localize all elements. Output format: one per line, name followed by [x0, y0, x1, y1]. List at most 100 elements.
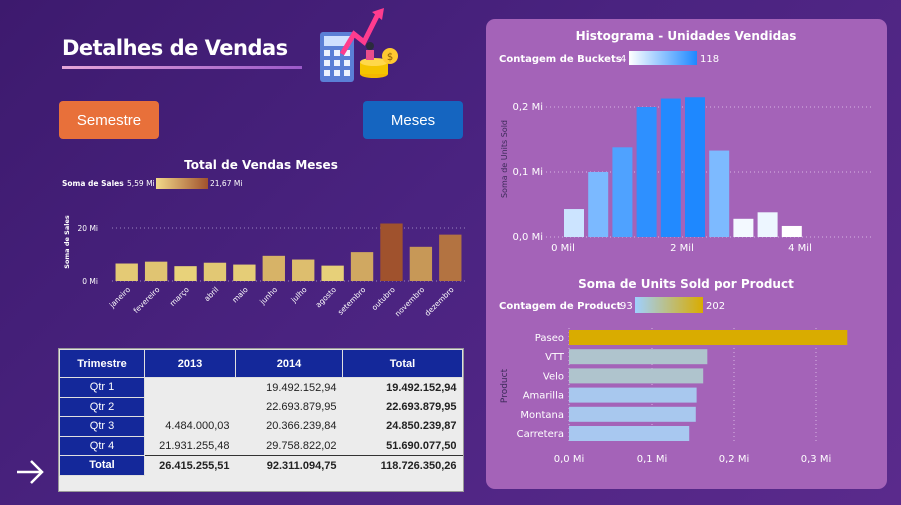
prod-bar-3[interactable] — [569, 387, 697, 403]
row-header[interactable]: Qtr 4 — [59, 435, 145, 456]
finance-illustration-icon: $ — [320, 8, 398, 82]
table-cell: 26.415.255,51 — [144, 455, 236, 475]
sales-matrix-table: Trimestre 2013 2014 Total Qtr 1 19.492.1… — [58, 348, 464, 492]
sales-ylabel: Soma de Sales — [63, 215, 71, 269]
sales-bar-1[interactable] — [144, 261, 168, 281]
table-cell: 51.690.077,50 — [386, 439, 457, 452]
sales-ytick-zero: 0 Mi — [82, 277, 98, 286]
row-header[interactable]: Qtr 2 — [59, 396, 145, 417]
units-histogram-chart: Histograma - Unidades Vendidas Contagem … — [499, 29, 874, 254]
hist-bar-5[interactable] — [685, 97, 705, 237]
hist-legend-label: Contagem de Buckets — [499, 54, 622, 65]
units-by-product-chart: Soma de Units Sold por Product Contagem … — [499, 277, 848, 465]
prod-bar-4[interactable] — [569, 406, 696, 422]
sales-bar-0[interactable] — [115, 263, 138, 281]
prod-category-label-0: Paseo — [535, 333, 564, 344]
sales-xtick-4: maio — [230, 285, 250, 305]
meses-button[interactable]: Meses — [363, 101, 463, 139]
hist-bar-7[interactable] — [733, 218, 754, 237]
table-cell: 92.311.094,75 — [235, 455, 343, 475]
sales-by-month-chart: Total de Vendas Meses Soma de Sales 5,59… — [62, 158, 465, 318]
column-header-trimestre[interactable]: Trimestre — [59, 349, 145, 378]
sales-xtick-1: fevereiro — [132, 285, 162, 315]
title-underline — [62, 66, 302, 69]
total-row: Total 26.415.255,51 92.311.094,75 118.72… — [59, 455, 463, 476]
column-header-total[interactable]: Total — [342, 349, 463, 378]
hist-bar-0[interactable] — [564, 209, 584, 237]
prod-legend-max: 202 — [706, 301, 725, 312]
prod-legend-min: 93 — [620, 301, 633, 312]
sales-legend-max: 21,67 Mi — [210, 179, 242, 188]
table-cell: 4.484.000,03 — [165, 420, 230, 433]
hist-bar-4[interactable] — [660, 98, 681, 237]
prod-category-label-3: Amarilla — [523, 391, 564, 402]
prod-xtick: 0,1 Mi — [637, 454, 668, 465]
prod-category-label-5: Carretera — [517, 429, 564, 440]
hist-bar-9[interactable] — [781, 225, 802, 237]
svg-text:$: $ — [387, 52, 393, 63]
sales-legend-gradient — [156, 178, 208, 189]
sales-xtick-8: setembro — [336, 285, 368, 317]
sales-bar-10[interactable] — [409, 246, 433, 281]
sales-xtick-6: julho — [289, 285, 309, 305]
sales-chart-title: Total de Vendas Meses — [184, 158, 338, 172]
hist-ylabel: Soma de Units Sold — [500, 120, 509, 198]
table-cell: 22.693.879,95 — [266, 400, 337, 413]
prod-bar-2[interactable] — [569, 368, 704, 384]
sales-bar-3[interactable] — [203, 262, 227, 281]
table-cell: 21.931.255,48 — [159, 439, 230, 452]
prod-chart-title: Soma de Units Sold por Product — [578, 277, 794, 291]
hist-bar-2[interactable] — [612, 147, 633, 237]
sales-bar-8[interactable] — [350, 252, 374, 281]
row-header[interactable]: Qtr 1 — [59, 377, 145, 398]
prod-ylabel: Product — [500, 368, 510, 403]
hist-bar-1[interactable] — [588, 172, 609, 237]
table-cell: 19.492.152,94 — [386, 381, 457, 394]
sales-bar-6[interactable] — [292, 259, 315, 281]
prod-category-label-1: VTT — [545, 352, 565, 363]
semestre-button[interactable]: Semestre — [59, 101, 159, 139]
prod-bar-0[interactable] — [569, 330, 848, 345]
hist-bar-8[interactable] — [757, 212, 778, 237]
hist-bar-6[interactable] — [709, 150, 730, 237]
prod-xtick: 0,3 Mi — [801, 454, 832, 465]
table-row: Qtr 3 4.484.000,03 20.366.239,84 24.850.… — [59, 416, 463, 437]
sales-xtick-5: junho — [257, 285, 279, 307]
row-header[interactable]: Qtr 3 — [59, 416, 145, 437]
hist-bar-3[interactable] — [636, 107, 657, 237]
column-header-2013[interactable]: 2013 — [144, 349, 236, 378]
sales-bar-4[interactable] — [233, 264, 256, 281]
hist-xtick: 0 Mil — [551, 243, 575, 254]
sales-bar-11[interactable] — [439, 234, 462, 281]
sales-ytick-top: 20 Mi — [78, 224, 98, 233]
hist-legend-gradient — [629, 51, 697, 65]
prod-category-label-4: Montana — [520, 410, 564, 421]
sales-xtick-9: outubro — [370, 285, 397, 312]
sales-xtick-7: agosto — [314, 285, 339, 310]
sales-bar-5[interactable] — [262, 255, 285, 281]
hist-xtick: 2 Mil — [670, 243, 694, 254]
table-cell: 22.693.879,95 — [386, 400, 457, 413]
prod-bar-1[interactable] — [569, 349, 708, 365]
table-cell: 20.366.239,84 — [266, 420, 337, 433]
sales-xtick-11: dezembro — [423, 285, 456, 318]
table-cell — [145, 378, 236, 398]
prod-legend-label: Contagem de Product — [499, 301, 621, 312]
hist-chart-title: Histograma - Unidades Vendidas — [576, 29, 797, 43]
row-header-total[interactable]: Total — [59, 455, 145, 476]
sales-xtick-3: abril — [202, 285, 220, 303]
prod-bar-5[interactable] — [569, 426, 690, 441]
table-row: Qtr 1 19.492.152,94 19.492.152,94 — [59, 377, 463, 398]
sales-bar-7[interactable] — [321, 265, 344, 281]
sales-bar-9[interactable] — [380, 223, 403, 281]
prod-category-label-2: Velo — [543, 371, 564, 382]
column-header-2014[interactable]: 2014 — [235, 349, 343, 378]
hist-ytick: 0,1 Mi — [513, 167, 544, 178]
table-row: Qtr 2 22.693.879,95 22.693.879,95 — [59, 396, 463, 417]
sales-bar-2[interactable] — [174, 266, 197, 281]
arrow-right-icon[interactable] — [14, 456, 46, 488]
sales-legend-label: Soma de Sales — [62, 179, 124, 188]
sales-xtick-0: janeiro — [107, 285, 132, 310]
table-row: Qtr 4 21.931.255,48 29.758.822,02 51.690… — [59, 435, 463, 456]
hist-ytick: 0,2 Mi — [513, 102, 544, 113]
